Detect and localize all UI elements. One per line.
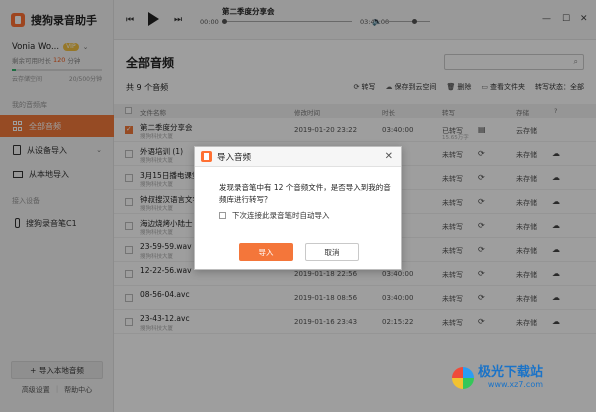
watermark-title: 极光下载站 [478, 365, 544, 380]
app-logo-icon [201, 151, 212, 162]
checkbox-label: 下次连接此录音笔时自动导入 [232, 211, 330, 220]
import-audio-dialog: 导入音频 ✕ 发现录音笔中有 12 个音频文件，是否导入到我的音频库进行转写？ … [194, 146, 402, 270]
dialog-title: 导入音频 [217, 152, 252, 163]
close-icon[interactable]: ✕ [385, 151, 393, 162]
dialog-message: 发现录音笔中有 12 个音频文件，是否导入到我的音频库进行转写？ [219, 183, 391, 204]
auto-import-checkbox[interactable]: 下次连接此录音笔时自动导入 [219, 210, 330, 221]
import-button[interactable]: 导入 [239, 243, 293, 261]
checkbox-box[interactable] [219, 212, 226, 219]
watermark-url: www.xz7.com [487, 380, 544, 389]
watermark-logo-icon [452, 367, 474, 389]
watermark: 极光下载站 www.xz7.com [452, 366, 543, 390]
cancel-button[interactable]: 取消 [305, 243, 359, 261]
dialog-header: 导入音频 ✕ [195, 147, 401, 167]
